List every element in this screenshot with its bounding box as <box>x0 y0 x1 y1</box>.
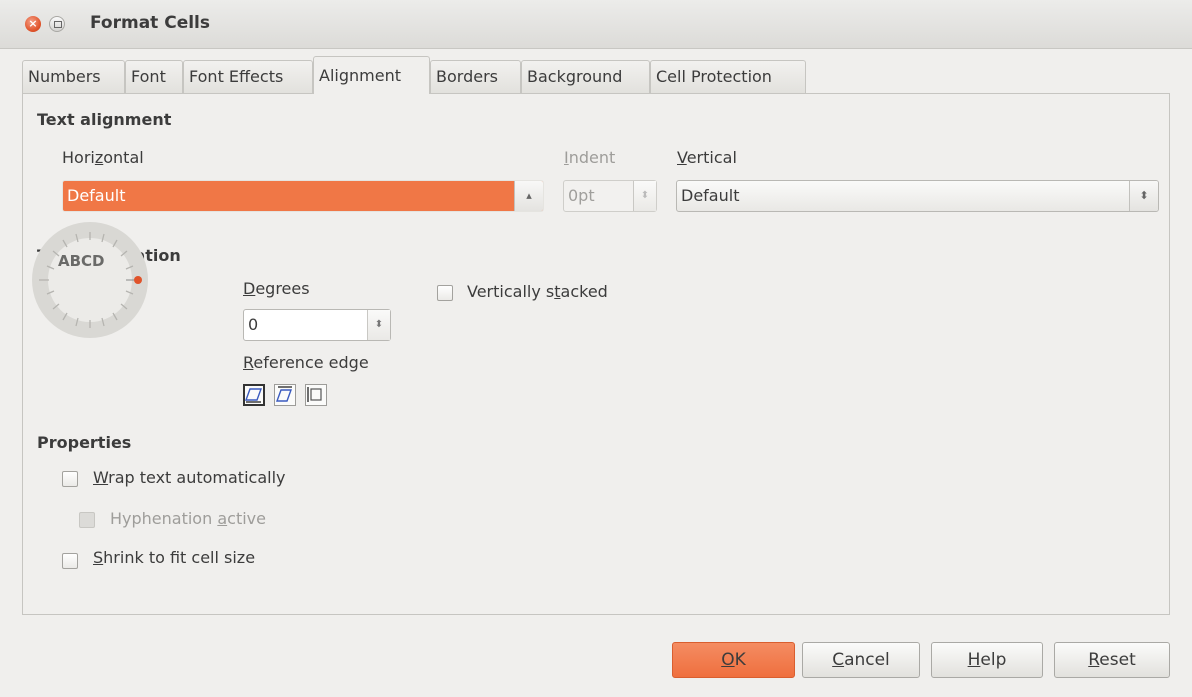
window-title: Format Cells <box>90 13 210 33</box>
combo-arrows-icon[interactable]: ▴ <box>514 181 543 211</box>
indent-spinbox: 0pt ⬍ <box>563 180 657 212</box>
text-alignment-heading: Text alignment <box>37 110 172 129</box>
alignment-panel <box>22 93 1170 615</box>
maximize-icon[interactable] <box>49 16 65 32</box>
shrink-to-fit-label[interactable]: Shrink to fit cell size <box>93 548 255 567</box>
horizontal-label: Horizontal <box>62 148 144 167</box>
tab-cell-protection[interactable]: Cell Protection <box>650 60 806 93</box>
reference-edge-top-button[interactable] <box>274 384 296 406</box>
reference-edge-label: Reference edge <box>243 353 369 372</box>
reference-edge-inside-button[interactable] <box>305 384 327 406</box>
properties-heading: Properties <box>37 433 132 452</box>
vertically-stacked-checkbox[interactable] <box>437 285 453 301</box>
dial-icon <box>32 222 148 338</box>
vertical-label: Vertical <box>677 148 737 167</box>
reference-edge-bottom-icon <box>245 388 262 403</box>
hyphenation-label: Hyphenation active <box>110 509 266 528</box>
reference-edge-top-icon <box>276 386 292 402</box>
degrees-spinbox[interactable]: 0 ⬍ <box>243 309 391 341</box>
tab-numbers[interactable]: Numbers <box>22 60 125 93</box>
vertical-select[interactable]: Default ⬍ <box>676 180 1159 212</box>
shrink-to-fit-checkbox[interactable] <box>62 553 78 569</box>
hyphenation-checkbox <box>79 512 95 528</box>
spin-arrows-icon[interactable]: ⬍ <box>367 310 390 340</box>
wrap-text-checkbox[interactable] <box>62 471 78 487</box>
orientation-dial[interactable]: ABCD <box>28 190 188 355</box>
degrees-label: Degrees <box>243 279 310 298</box>
tab-alignment[interactable]: Alignment <box>313 56 430 94</box>
close-icon[interactable]: × <box>25 16 41 32</box>
ok-button[interactable]: OK <box>672 642 795 678</box>
reference-edge-inside-icon <box>307 387 322 402</box>
help-button[interactable]: Help <box>931 642 1043 678</box>
vertically-stacked-label[interactable]: Vertically stacked <box>467 282 608 301</box>
cancel-button[interactable]: Cancel <box>802 642 920 678</box>
wrap-text-label[interactable]: Wrap text automatically <box>93 468 285 487</box>
dial-text: ABCD <box>58 252 105 270</box>
tab-font-effects[interactable]: Font Effects <box>183 60 313 93</box>
title-bar: × Format Cells <box>0 0 1192 49</box>
reset-button[interactable]: Reset <box>1054 642 1170 678</box>
indent-label: Indent <box>564 148 616 167</box>
tab-font[interactable]: Font <box>125 60 183 93</box>
tab-background[interactable]: Background <box>521 60 650 93</box>
tab-borders[interactable]: Borders <box>430 60 521 93</box>
spin-arrows-icon: ⬍ <box>633 181 656 211</box>
reference-edge-bottom-button[interactable] <box>243 384 265 406</box>
combo-arrows-icon[interactable]: ⬍ <box>1129 181 1158 211</box>
